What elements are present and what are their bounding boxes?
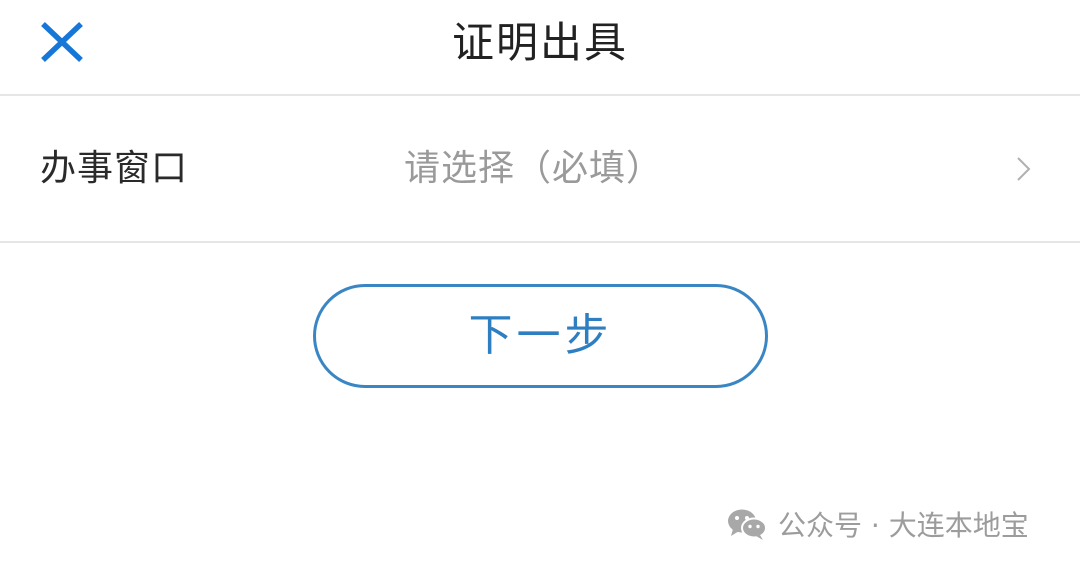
watermark-text: 公众号 · 大连本地宝 xyxy=(778,509,1029,542)
close-icon xyxy=(41,22,83,62)
header-bar: 证明出具 xyxy=(0,0,1080,96)
page: 证明出具 办事窗口 请选择（必填） 下一步 公众号 · 大连本地宝 xyxy=(0,0,1080,566)
wechat-icon xyxy=(728,509,767,540)
next-step-button[interactable]: 下一步 xyxy=(313,284,768,388)
watermark: 公众号 · 大连本地宝 xyxy=(726,502,1029,546)
chevron-right-icon xyxy=(1017,157,1031,181)
office-window-selector[interactable]: 办事窗口 请选择（必填） xyxy=(0,96,1080,243)
office-window-placeholder[interactable]: 请选择（必填） xyxy=(404,96,663,241)
page-title: 证明出具 xyxy=(451,18,628,67)
close-button[interactable] xyxy=(38,20,86,64)
office-window-label: 办事窗口 xyxy=(40,148,189,189)
